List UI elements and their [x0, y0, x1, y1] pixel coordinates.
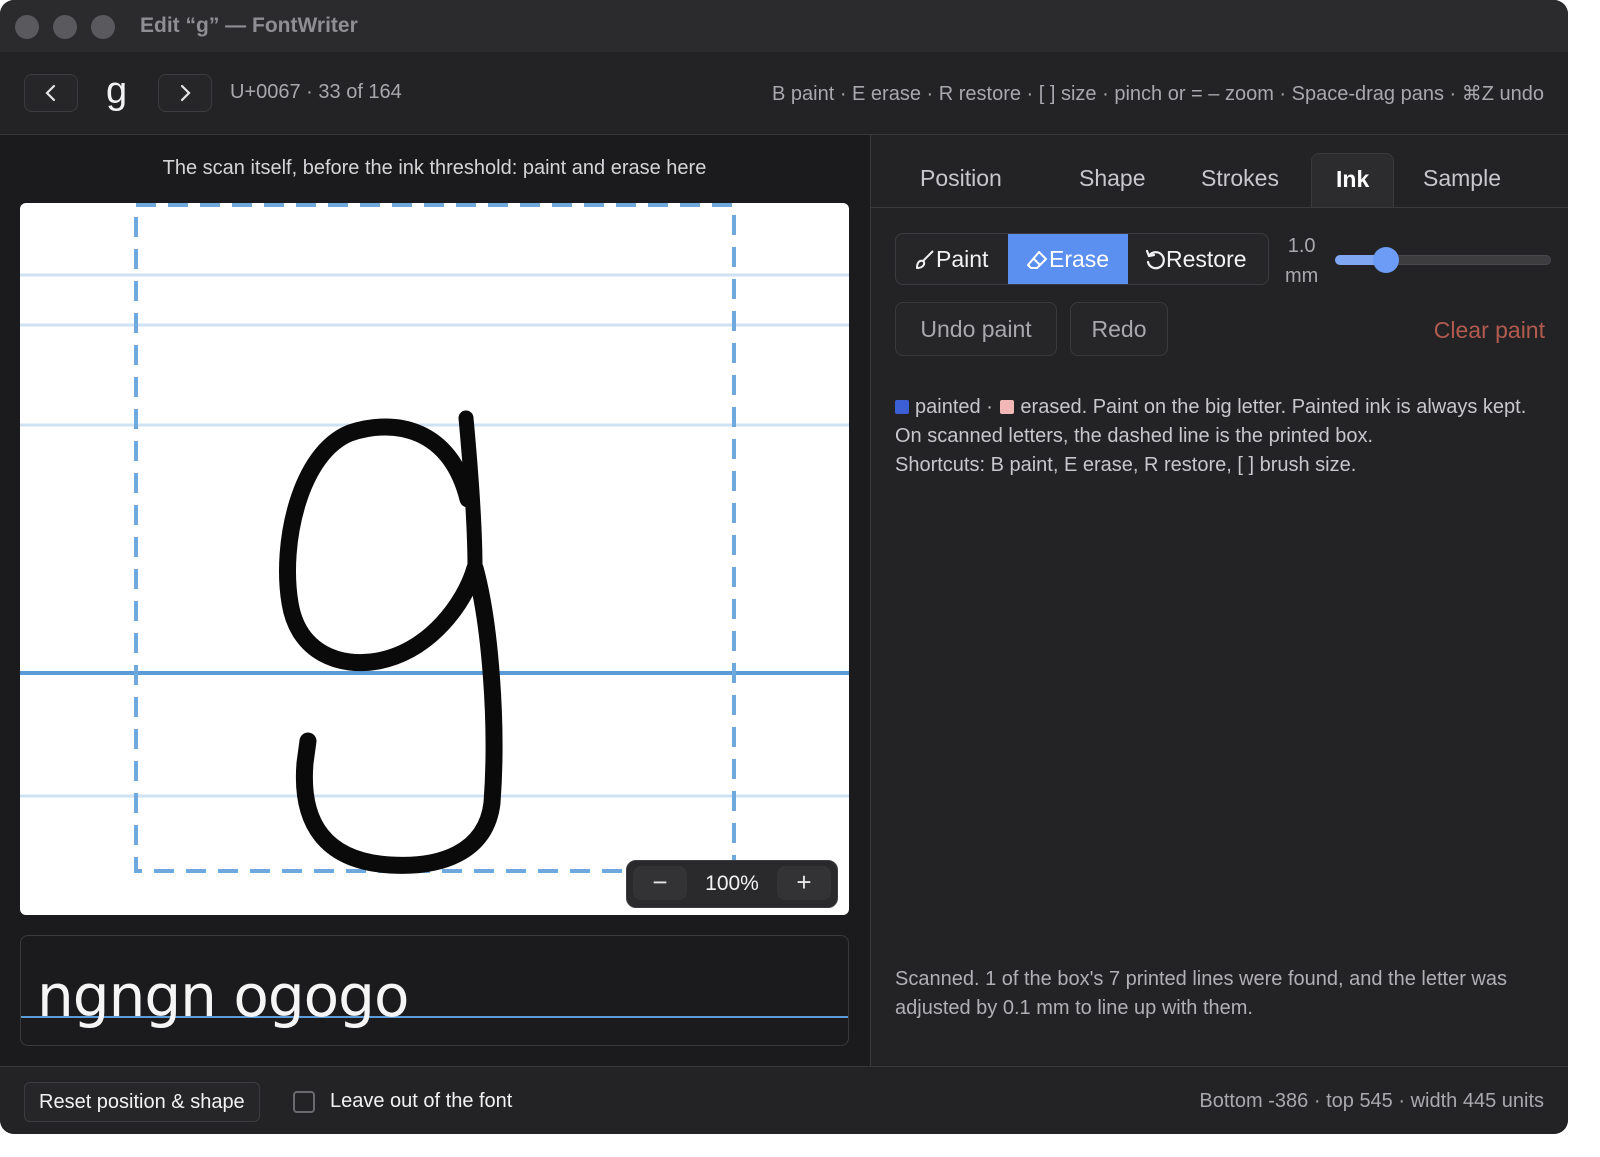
leave-out-label[interactable]: Leave out of the font — [330, 1090, 512, 1113]
inspector-tabs: Position Shape Strokes Ink Sample — [871, 135, 1568, 208]
zoom-in-button[interactable]: + — [777, 866, 831, 900]
paint-mode-label: Paint — [936, 246, 989, 272]
eraser-icon — [1027, 251, 1047, 269]
glyph-canvas[interactable]: − 100% + — [20, 203, 849, 915]
slider-thumb[interactable] — [1373, 247, 1399, 273]
close-window-button[interactable] — [15, 15, 39, 39]
inspector-pane: Position Shape Strokes Ink Sample Paint … — [870, 135, 1568, 1066]
legend-shortcuts: Shortcuts: B paint, E erase, R restore, … — [895, 454, 1357, 476]
printed-box — [134, 203, 736, 873]
reset-position-shape-button[interactable]: Reset position & shape — [24, 1082, 260, 1122]
next-glyph-button[interactable] — [158, 74, 212, 112]
title-bar: Edit “g” — FontWriter — [0, 0, 1568, 52]
previous-glyph-button[interactable] — [24, 74, 78, 112]
erase-mode-button[interactable]: Erase — [1008, 234, 1128, 284]
brush-size-unit: mm — [1285, 265, 1319, 287]
restore-icon — [1145, 249, 1165, 270]
restore-mode-label: Restore — [1166, 246, 1247, 272]
tab-ink[interactable]: Ink — [1311, 153, 1395, 207]
paint-mode-button[interactable]: Paint — [896, 234, 1008, 284]
glyph-stroke — [458, 410, 483, 576]
editor-pane: The scan itself, before the ink threshol… — [0, 135, 869, 1066]
sample-text: ngngn ogogo — [37, 962, 408, 1030]
tab-position[interactable]: Position — [920, 165, 1002, 192]
redo-button[interactable]: Redo — [1070, 302, 1168, 356]
brush-size-value: 1.0 — [1287, 235, 1316, 257]
sample-preview: ngngn ogogo — [20, 935, 849, 1046]
scan-caption: The scan itself, before the ink threshol… — [162, 157, 707, 179]
ink-legend: painted · erased. Paint on the big lette… — [895, 393, 1535, 480]
current-glyph: g — [106, 70, 128, 112]
erased-swatch — [1000, 400, 1015, 414]
window-title: Edit “g” — FontWriter — [140, 14, 358, 37]
ink-mode-selector: Paint Erase Restore — [895, 233, 1269, 285]
tab-strokes[interactable]: Strokes — [1201, 165, 1279, 192]
glyph-scan — [20, 203, 849, 874]
undo-paint-button[interactable]: Undo paint — [895, 302, 1057, 356]
status-bar: Reset position & shape Leave out of the … — [0, 1066, 1568, 1134]
erase-mode-label: Erase — [1049, 246, 1110, 272]
legend-painted: painted — [915, 396, 981, 418]
chevron-right-icon — [180, 84, 191, 102]
restore-mode-button[interactable]: Restore — [1128, 234, 1268, 284]
brush-size-readout: 1.0 mm — [1285, 231, 1318, 291]
zoom-out-button[interactable]: − — [633, 866, 687, 900]
glyph-stroke — [279, 418, 503, 874]
brush-icon — [916, 250, 934, 269]
tab-shape[interactable]: Shape — [1079, 165, 1146, 192]
clear-paint-button[interactable]: Clear paint — [1434, 317, 1545, 344]
glyph-metrics: Bottom -386 · top 545 · width 445 units — [1199, 1090, 1544, 1112]
zoom-level: 100% — [705, 872, 759, 895]
app-window: Edit “g” — FontWriter g U+0067 · 33 of 1… — [0, 0, 1568, 1134]
chevron-left-icon — [45, 84, 56, 102]
tab-sample[interactable]: Sample — [1423, 165, 1501, 192]
scan-note: Scanned. 1 of the box's 7 printed lines … — [895, 968, 1507, 1019]
brush-size-slider[interactable] — [1335, 247, 1551, 273]
glyph-toolbar: g U+0067 · 33 of 164 B paint · E erase ·… — [0, 52, 1568, 135]
codepoint-info: U+0067 · 33 of 164 — [230, 81, 402, 103]
leave-out-checkbox[interactable] — [293, 1091, 315, 1113]
minimize-window-button[interactable] — [53, 15, 77, 39]
shortcut-hints: B paint · E erase · R restore · [ ] size… — [772, 83, 1544, 105]
legend-separator: · — [986, 396, 993, 418]
painted-swatch — [895, 400, 909, 414]
zoom-window-button[interactable] — [91, 15, 115, 39]
zoom-control: − 100% + — [626, 860, 838, 908]
